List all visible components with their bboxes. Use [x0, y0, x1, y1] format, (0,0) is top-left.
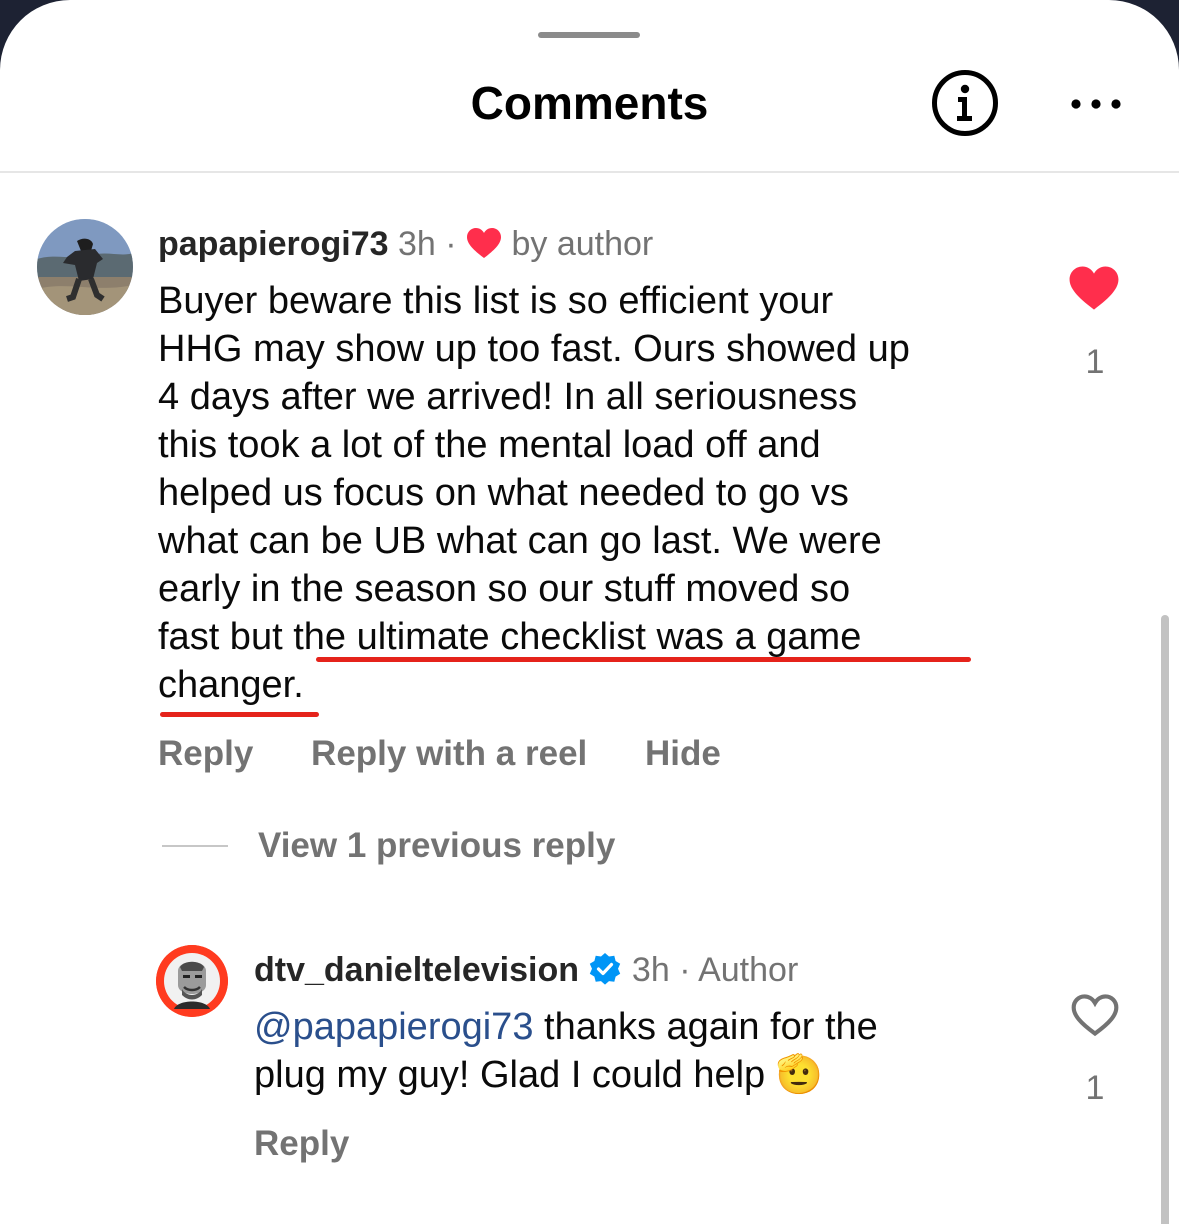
comment-username[interactable]: papapierogi73 — [158, 225, 389, 263]
comment-line: Buyer beware this list is so efficient y… — [158, 280, 834, 322]
comment-line: fast but the ultimate checklist was a ga… — [158, 613, 910, 661]
reply-actions: Reply — [254, 1124, 397, 1164]
highlighted-text: changer — [158, 664, 294, 706]
meta-separator: · — [679, 951, 691, 989]
more-options-icon[interactable] — [1068, 90, 1124, 118]
like-count: 1 — [1085, 343, 1105, 381]
underline-annotation — [316, 657, 971, 662]
sheet-grabber[interactable] — [538, 32, 640, 38]
thread-line — [162, 845, 228, 847]
info-icon[interactable] — [931, 69, 999, 137]
hide-button[interactable]: Hide — [645, 734, 721, 773]
avatar[interactable] — [37, 219, 133, 315]
avatar[interactable] — [156, 945, 228, 1017]
comment-line-text: . — [293, 664, 304, 706]
reply-text: @papapierogi73 thanks again for the plug… — [254, 1003, 878, 1099]
comment-line: early in the season so our stuff moved s… — [158, 568, 851, 610]
heart-outline-icon[interactable] — [1069, 993, 1121, 1037]
reply-line-text: plug my guy! Glad I could help — [254, 1054, 776, 1096]
reply-button[interactable]: Reply — [158, 734, 253, 773]
verified-badge-icon — [590, 953, 621, 985]
mention-link[interactable]: @papapierogi73 — [254, 1006, 533, 1048]
comment-line: HHG may show up too fast. Ours showed up — [158, 328, 910, 370]
comment-line: what can be UB what can go last. We were — [158, 520, 882, 562]
heart-icon — [467, 228, 502, 258]
comment-line: this took a lot of the mental load off a… — [158, 424, 821, 466]
reply-button[interactable]: Reply — [254, 1124, 349, 1163]
comments-sheet: Comments papapierogi73 3h · by author Bu… — [0, 0, 1179, 1224]
comment-time: 3h — [397, 225, 436, 263]
comment-line: changer. — [158, 661, 910, 709]
reply-time: 3h — [631, 951, 670, 989]
reply-line: @papapierogi73 thanks again for the — [254, 1003, 878, 1051]
reply-line: plug my guy! Glad I could help 🫡 — [254, 1051, 878, 1099]
like-count: 1 — [1085, 1069, 1105, 1107]
author-label: Author — [698, 951, 799, 989]
comment-line: helped us focus on what needed to go vs — [158, 472, 849, 514]
highlighted-text: the ultimate checklist was a game — [293, 616, 862, 658]
scrollbar[interactable] — [1161, 615, 1169, 1224]
comment-meta: papapierogi73 3h · by author — [158, 225, 653, 264]
reply-username[interactable]: dtv_danieltelevision — [254, 951, 579, 989]
comment-line: 4 days after we arrived! In all seriousn… — [158, 376, 858, 418]
view-replies-label: View 1 previous reply — [258, 826, 616, 865]
liked-by-author-label: by author — [511, 225, 654, 263]
header-divider — [0, 171, 1179, 173]
comment-text: Buyer beware this list is so efficient y… — [158, 277, 910, 709]
page-title: Comments — [470, 77, 709, 129]
comment-line-text: fast but — [158, 616, 294, 658]
meta-separator: · — [445, 225, 457, 263]
heart-filled-icon[interactable] — [1067, 265, 1121, 311]
reply-with-reel-button[interactable]: Reply with a reel — [311, 734, 587, 773]
reply-meta: dtv_danieltelevision 3h · Author — [254, 951, 798, 990]
underline-annotation — [160, 712, 319, 717]
comment-actions: Reply Reply with a reel Hide — [158, 734, 769, 774]
view-replies[interactable]: View 1 previous reply — [162, 826, 615, 866]
saluting-face-emoji: 🫡 — [775, 1054, 824, 1096]
reply-line-text: thanks again for the — [533, 1006, 878, 1048]
